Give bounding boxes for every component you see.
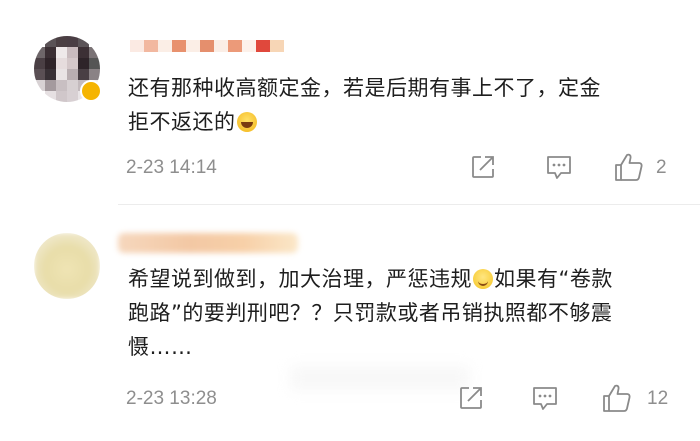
comment-text: 希望说到做到，加大治理，严惩违规 如果有“卷款 跑路”的要判刑吧？？只罚款或者吊销… — [128, 262, 673, 364]
comment-text-line: 拒不返还的 — [128, 105, 673, 139]
comment-text-segment: 拒不返还的 — [128, 110, 236, 134]
comment-item-2: 希望说到做到，加大治理，严惩违规 如果有“卷款 跑路”的要判刑吧？？只罚款或者吊销… — [0, 205, 700, 441]
avatar-blurred — [34, 233, 100, 299]
reply-button[interactable] — [531, 385, 559, 412]
redacted-area — [290, 365, 470, 391]
reply-icon — [533, 387, 557, 410]
like-button[interactable] — [601, 382, 633, 414]
like-count: 12 — [647, 388, 669, 409]
comment-timestamp: 2-23 14:14 — [126, 157, 217, 178]
username-redacted[interactable] — [130, 40, 284, 54]
comment-text-line: 慑…… — [128, 335, 193, 359]
vip-badge-icon — [80, 80, 102, 102]
share-icon — [472, 156, 494, 178]
reply-button[interactable] — [545, 154, 573, 181]
comment-text: 还有那种收高额定金，若是后期有事上不了，定金 拒不返还的 — [128, 71, 673, 139]
comment-text-segment: 希望说到做到，加大治理，严惩违规 — [128, 267, 472, 291]
username-redacted[interactable] — [118, 233, 298, 253]
share-button[interactable] — [470, 154, 496, 180]
reply-icon — [547, 156, 571, 179]
thumbs-up-icon — [615, 153, 643, 181]
smiling-emoji-icon — [473, 269, 493, 289]
like-button[interactable] — [613, 151, 645, 183]
comment-text-line: 希望说到做到，加大治理，严惩违规 如果有“卷款 — [128, 262, 673, 296]
like-count: 2 — [656, 157, 667, 178]
comment-text-line: 还有那种收高额定金，若是后期有事上不了，定金 — [128, 76, 601, 100]
laughing-crying-emoji-icon — [236, 112, 257, 132]
comment-text-line: 跑路”的要判刑吧？？只罚款或者吊销执照都不够震 — [128, 301, 613, 325]
comment-timestamp: 2-23 13:28 — [126, 388, 217, 409]
comment-item-1: 还有那种收高额定金，若是后期有事上不了，定金 拒不返还的 2-23 14:14 … — [0, 0, 700, 205]
thumbs-up-icon — [603, 384, 631, 412]
user-avatar[interactable] — [34, 233, 100, 299]
share-button[interactable] — [458, 385, 484, 411]
comment-text-segment: 如果有“卷款 — [494, 267, 613, 291]
share-icon — [460, 387, 482, 409]
